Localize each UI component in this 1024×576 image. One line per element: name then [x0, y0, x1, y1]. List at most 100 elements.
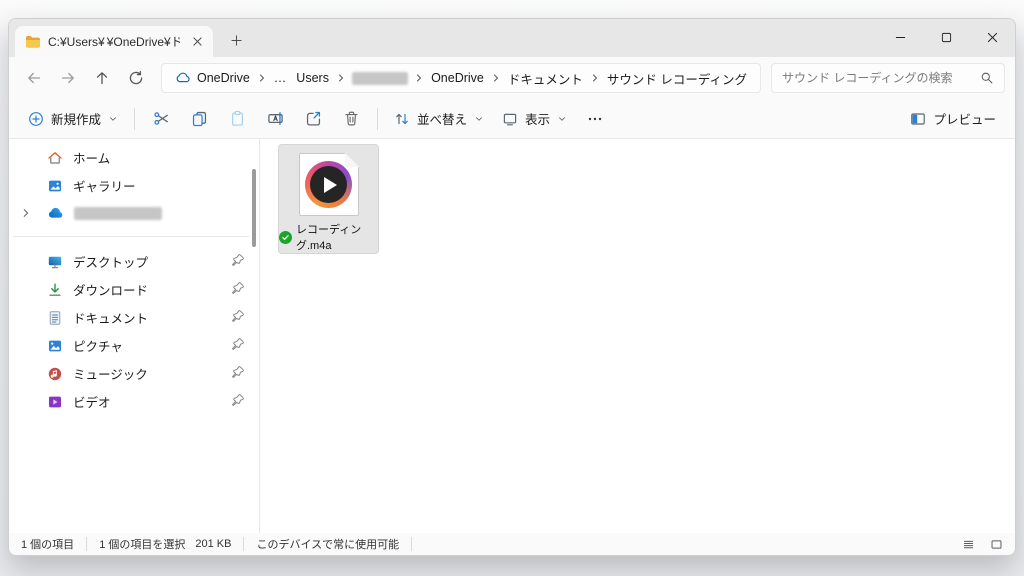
- search-icon[interactable]: [980, 71, 994, 85]
- breadcrumb-item-sound-recording[interactable]: サウンド レコーディング: [602, 66, 752, 91]
- status-bar: 1 個の項目 1 個の項目を選択 201 KB このデバイスで常に使用可能: [9, 533, 1015, 555]
- sidebar-item-music[interactable]: ミュージック: [13, 360, 251, 387]
- preview-pane-icon: [910, 111, 926, 127]
- maximize-button[interactable]: [923, 19, 969, 56]
- download-icon: [47, 282, 63, 298]
- sidebar-item-label: デスクトップ: [73, 256, 149, 270]
- search-box: [771, 63, 1005, 93]
- status-selection: 1 個の項目を選択 201 KB: [87, 537, 245, 551]
- delete-icon[interactable]: [332, 103, 370, 135]
- tab-title: C:¥Users¥¥OneDrive¥ドキュ: [48, 34, 180, 50]
- sidebar-item-label: ドキュメント: [73, 312, 149, 326]
- copy-icon[interactable]: [180, 103, 218, 135]
- pin-icon: [230, 281, 245, 296]
- document-icon: [47, 310, 63, 326]
- toolbar-separator: [377, 107, 379, 130]
- share-icon[interactable]: [294, 103, 332, 135]
- play-ring-icon: [305, 161, 352, 208]
- desktop-icon: [47, 254, 63, 270]
- new-tab-button[interactable]: [223, 27, 249, 53]
- chevron-right-icon: [255, 72, 269, 84]
- new-button[interactable]: 新規作成: [19, 103, 127, 135]
- pin-icon: [230, 365, 245, 380]
- sort-button[interactable]: 並べ替え: [385, 103, 493, 135]
- list-view-icon[interactable]: [957, 535, 979, 553]
- sidebar-separator: [13, 236, 249, 237]
- sidebar-item-home[interactable]: ホーム: [13, 144, 251, 171]
- plus-circle-icon: [28, 111, 44, 127]
- status-item-count: 1 個の項目: [17, 537, 88, 551]
- breadcrumb-item-documents[interactable]: ドキュメント: [503, 66, 588, 91]
- status-selection-size: 201 KB: [195, 538, 232, 550]
- sidebar-item-label: ビデオ: [73, 396, 111, 410]
- sidebar-item-pictures[interactable]: ピクチャ: [13, 332, 251, 359]
- pin-icon: [230, 253, 245, 268]
- folder-icon: [25, 34, 41, 50]
- breadcrumb-item-users[interactable]: Users: [291, 68, 334, 88]
- sidebar-item-documents[interactable]: ドキュメント: [13, 304, 251, 331]
- sidebar-item-downloads[interactable]: ダウンロード: [13, 276, 251, 303]
- play-triangle-icon: [324, 176, 337, 193]
- file-list-area[interactable]: レコーディング.m4a: [260, 139, 1015, 533]
- sidebar-item-label: ギャラリー: [73, 180, 136, 194]
- gallery-icon: [47, 178, 63, 194]
- pin-icon: [230, 337, 245, 352]
- breadcrumb-item-redacted-username[interactable]: [351, 71, 409, 85]
- file-name: レコーディング.m4a: [296, 224, 362, 252]
- view-icon: [502, 111, 518, 127]
- status-availability: このデバイスで常に使用可能: [244, 537, 413, 551]
- tab-close-icon[interactable]: [187, 32, 207, 52]
- page-fold: [344, 153, 359, 167]
- sidebar-item-desktop[interactable]: デスクトップ: [13, 248, 251, 275]
- music-icon: [47, 366, 63, 382]
- file-explorer-window: C:¥Users¥¥OneDrive¥ドキュ: [8, 18, 1016, 556]
- audio-file-icon: [298, 153, 359, 216]
- pictures-icon: [47, 338, 63, 354]
- sync-available-check-icon: [279, 230, 292, 244]
- paste-icon[interactable]: [218, 103, 256, 135]
- cut-icon[interactable]: [142, 103, 180, 135]
- chevron-right-icon: [412, 72, 426, 84]
- window-controls: [877, 19, 1015, 56]
- back-icon[interactable]: [17, 63, 51, 93]
- preview-button[interactable]: プレビュー: [901, 103, 1005, 135]
- file-label: レコーディング.m4a: [279, 221, 378, 253]
- minimize-button[interactable]: [877, 19, 923, 56]
- thumbnail-view-icon[interactable]: [985, 535, 1007, 553]
- rename-icon[interactable]: [256, 103, 294, 135]
- home-icon: [47, 150, 63, 166]
- video-icon: [47, 394, 63, 410]
- more-options-icon[interactable]: [576, 103, 614, 135]
- sidebar-item-onedrive[interactable]: [13, 200, 251, 227]
- explorer-tab[interactable]: C:¥Users¥¥OneDrive¥ドキュ: [15, 26, 213, 57]
- navigation-bar: OneDrive … Users OneDrive ドキュメント サウンド レコ…: [9, 57, 1015, 99]
- title-bar: C:¥Users¥¥OneDrive¥ドキュ: [9, 19, 1015, 57]
- toolbar-separator: [134, 107, 136, 130]
- refresh-icon[interactable]: [119, 63, 153, 93]
- sidebar-item-label: ピクチャ: [73, 340, 123, 354]
- sidebar-scrollbar-thumb[interactable]: [252, 169, 256, 247]
- sidebar-item-label: ホーム: [73, 152, 111, 166]
- up-icon[interactable]: [85, 63, 119, 93]
- file-item-recording[interactable]: レコーディング.m4a: [278, 144, 379, 254]
- sidebar-item-videos[interactable]: ビデオ: [13, 388, 251, 415]
- chevron-right-icon: [489, 72, 503, 84]
- redacted-onedrive-account: [74, 207, 162, 220]
- chevron-right-icon: [334, 72, 348, 84]
- breadcrumb-item-onedrive[interactable]: OneDrive: [426, 68, 489, 88]
- close-button[interactable]: [969, 19, 1015, 56]
- pin-icon: [230, 393, 245, 408]
- forward-icon[interactable]: [51, 63, 85, 93]
- pin-icon: [230, 309, 245, 324]
- breadcrumb-item-ellipsis[interactable]: …: [269, 68, 292, 88]
- onedrive-cloud-icon: [175, 70, 191, 86]
- breadcrumb-item-onedrive-root[interactable]: OneDrive: [170, 67, 255, 89]
- chevron-right-icon[interactable]: [19, 206, 33, 220]
- search-input[interactable]: [782, 71, 974, 85]
- chevron-down-icon: [474, 114, 484, 124]
- explorer-body: ホーム ギャラリー デスクトップ ダウンロード ドキュメント ピクチャ ミュージ…: [9, 139, 1015, 533]
- view-button[interactable]: 表示: [493, 103, 576, 135]
- sidebar-item-gallery[interactable]: ギャラリー: [13, 172, 251, 199]
- sidebar-item-label: ダウンロード: [73, 284, 149, 298]
- status-view-switcher: [957, 535, 1007, 553]
